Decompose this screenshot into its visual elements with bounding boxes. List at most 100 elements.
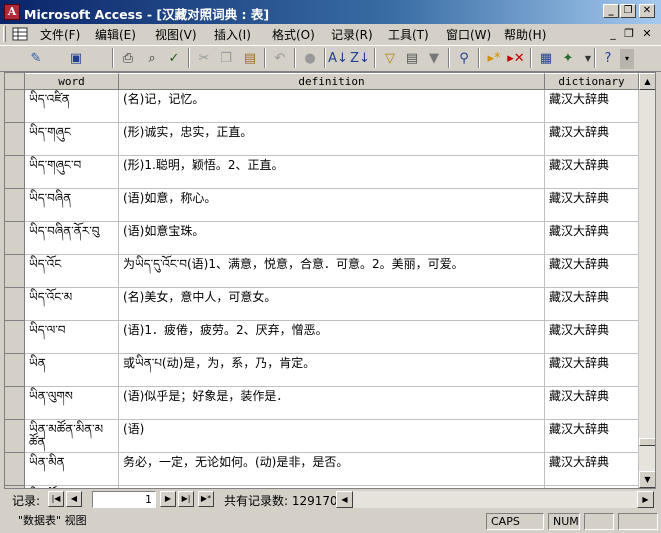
table-row[interactable]: ཡིད་བཞིན་ནོར་བུ (语)如意宝珠。 藏汉大辞典 [5,222,639,255]
toolbar-options-icon[interactable]: ▾ [620,49,634,69]
scroll-thumb[interactable] [639,438,655,446]
delete-record-icon[interactable]: ▸✕ [506,49,526,69]
menu-edit[interactable]: 编辑(E) [95,26,136,43]
apply-filter-icon[interactable]: ▼ [424,49,444,69]
menu-help[interactable]: 帮助(H) [504,26,546,43]
select-all-corner[interactable] [5,73,25,90]
undo-icon[interactable]: ↶ [270,49,290,69]
sort-descending-icon[interactable]: Z↓ [350,49,370,69]
row-selector[interactable] [5,222,25,255]
last-record-button[interactable]: ▶| [178,491,194,507]
insert-hyperlink-icon[interactable]: ● [300,49,320,69]
minimize-button[interactable]: _ [603,4,619,18]
word-cell[interactable]: ཡིན་མཚོན་མིན་མཚོན [25,420,119,453]
previous-record-button[interactable]: ◀ [66,491,82,507]
mdi-minimize-button[interactable]: _ [606,27,620,41]
close-button[interactable]: ✕ [639,4,655,18]
dictionary-cell[interactable]: 藏汉大辞典 [545,354,639,387]
table-row[interactable]: ཡིད་འོང 为ཡིད་དུ་འོང་བ(语)1、满意，悦意，合意．可意。2。美… [5,255,639,288]
vertical-scrollbar[interactable]: ▲ ▼ [639,73,655,488]
datasheet-menu-icon[interactable] [12,26,28,42]
mdi-close-button[interactable]: ✕ [640,27,654,41]
dictionary-cell[interactable]: 藏汉大辞典 [545,156,639,189]
access-app-icon[interactable]: A [4,4,20,20]
filter-by-selection-icon[interactable]: ▽ [380,49,400,69]
word-cell[interactable]: ཡིད་བཞིན [25,189,119,222]
new-object-icon[interactable]: ✦ [558,49,578,69]
definition-cell[interactable]: (形)1.聪明，颖悟。2、正直。 [119,156,545,189]
table-row[interactable]: ཡིད་གཞུང (形)诚实，忠实，正直。 藏汉大辞典 [5,123,639,156]
database-window-icon[interactable]: ▦ [536,49,556,69]
row-selector[interactable] [5,189,25,222]
column-header-word[interactable]: word [25,73,119,90]
definition-cell[interactable]: (语)如意宝珠。 [119,222,545,255]
current-record-field[interactable]: 1 [92,491,156,508]
spelling-icon[interactable]: ✓ [164,49,184,69]
table-row[interactable]: ཡིན 或ཡིན་པ(动)是，为，系，乃，肯定。 藏汉大辞典 [5,354,639,387]
dictionary-cell[interactable]: 藏汉大辞典 [545,90,639,123]
row-selector[interactable] [5,453,25,486]
menu-grip[interactable] [3,26,6,42]
table-row[interactable]: ཡིད་འོང་མ (名)美女，意中人，可意女。 藏汉大辞典 [5,288,639,321]
menu-view[interactable]: 视图(V) [155,26,197,43]
table-row[interactable]: ཡིད་གཞུང་བ (形)1.聪明，颖悟。2、正直。 藏汉大辞典 [5,156,639,189]
menu-tools[interactable]: 工具(T) [388,26,429,43]
definition-cell[interactable]: (语) [119,420,545,453]
dictionary-cell[interactable]: 藏汉大辞典 [545,222,639,255]
table-row[interactable]: ཡིད་བཞིན (语)如意，称心。 藏汉大辞典 [5,189,639,222]
paste-icon[interactable]: ▤ [240,49,260,69]
word-cell[interactable]: ཡིད་འཛིན [25,90,119,123]
save-icon[interactable]: ▣ [66,49,86,69]
horizontal-scrollbar[interactable]: ◀ ▶ [336,491,654,508]
table-row[interactable]: ཡིན་མཚོན་མིན་མཚོན (语) 藏汉大辞典 [5,420,639,453]
menu-window[interactable]: 窗口(W) [446,26,491,43]
table-row[interactable]: ཡིན་ལུགས (语)似乎是；好象是，装作是． 藏汉大辞典 [5,387,639,420]
menu-format[interactable]: 格式(O) [272,26,315,43]
next-record-button[interactable]: ▶ [160,491,176,507]
dictionary-cell[interactable]: 藏汉大辞典 [545,387,639,420]
row-selector[interactable] [5,123,25,156]
dictionary-cell[interactable]: 藏汉大辞典 [545,288,639,321]
word-cell[interactable]: ཡིན [25,354,119,387]
dictionary-cell[interactable]: 藏汉大辞典 [545,321,639,354]
mdi-restore-button[interactable]: ❐ [622,27,636,41]
word-cell[interactable]: ཡིད་འོང་མ [25,288,119,321]
new-record-button[interactable]: ▶* [198,491,214,507]
view-design-icon[interactable]: ✎ [26,49,46,69]
table-row[interactable]: ཡིན་མིན 务必，一定，无论如何。(动)是非，是否。 藏汉大辞典 [5,453,639,486]
scroll-up-button[interactable]: ▲ [639,73,655,90]
row-selector[interactable] [5,90,25,123]
definition-cell[interactable]: (名)记，记忆。 [119,90,545,123]
help-icon[interactable]: ? [598,49,618,69]
print-preview-icon[interactable]: ⌕ [142,49,162,69]
word-cell[interactable]: ཡིད་བཞིན་ནོར་བུ [25,222,119,255]
row-selector[interactable] [5,354,25,387]
filter-by-form-icon[interactable]: ▤ [402,49,422,69]
definition-cell[interactable]: (名)美女，意中人，可意女。 [119,288,545,321]
definition-cell[interactable]: (语)似乎是；好象是，装作是． [119,387,545,420]
table-row[interactable]: ཡིད་འཛིན (名)记，记忆。 藏汉大辞典 [5,90,639,123]
row-selector[interactable] [5,387,25,420]
row-selector[interactable] [5,288,25,321]
word-cell[interactable]: ཡིད་གཞུང [25,123,119,156]
row-selector[interactable] [5,321,25,354]
word-cell[interactable]: ཡིད་གཞུང་བ [25,156,119,189]
dictionary-cell[interactable]: 藏汉大辞典 [545,420,639,453]
sort-ascending-icon[interactable]: A↓ [328,49,348,69]
restore-button[interactable]: ❐ [620,4,636,18]
print-icon[interactable]: ⎙ [118,49,138,69]
row-selector[interactable] [5,255,25,288]
column-header-definition[interactable]: definition [119,73,545,90]
word-cell[interactable]: ཡིད་ལ་བ [25,321,119,354]
dictionary-cell[interactable]: 藏汉大辞典 [545,189,639,222]
definition-cell[interactable]: (形)诚实，忠实，正直。 [119,123,545,156]
dictionary-cell[interactable]: 藏汉大辞典 [545,255,639,288]
menu-records[interactable]: 记录(R) [331,26,373,43]
first-record-button[interactable]: |◀ [48,491,64,507]
word-cell[interactable]: ཡིན་ལུགས [25,387,119,420]
row-selector[interactable] [5,156,25,189]
menu-insert[interactable]: 插入(I) [214,26,251,43]
definition-cell[interactable]: 务必，一定，无论如何。(动)是非，是否。 [119,453,545,486]
row-selector[interactable] [5,420,25,453]
new-record-icon[interactable]: ▸* [484,49,504,69]
